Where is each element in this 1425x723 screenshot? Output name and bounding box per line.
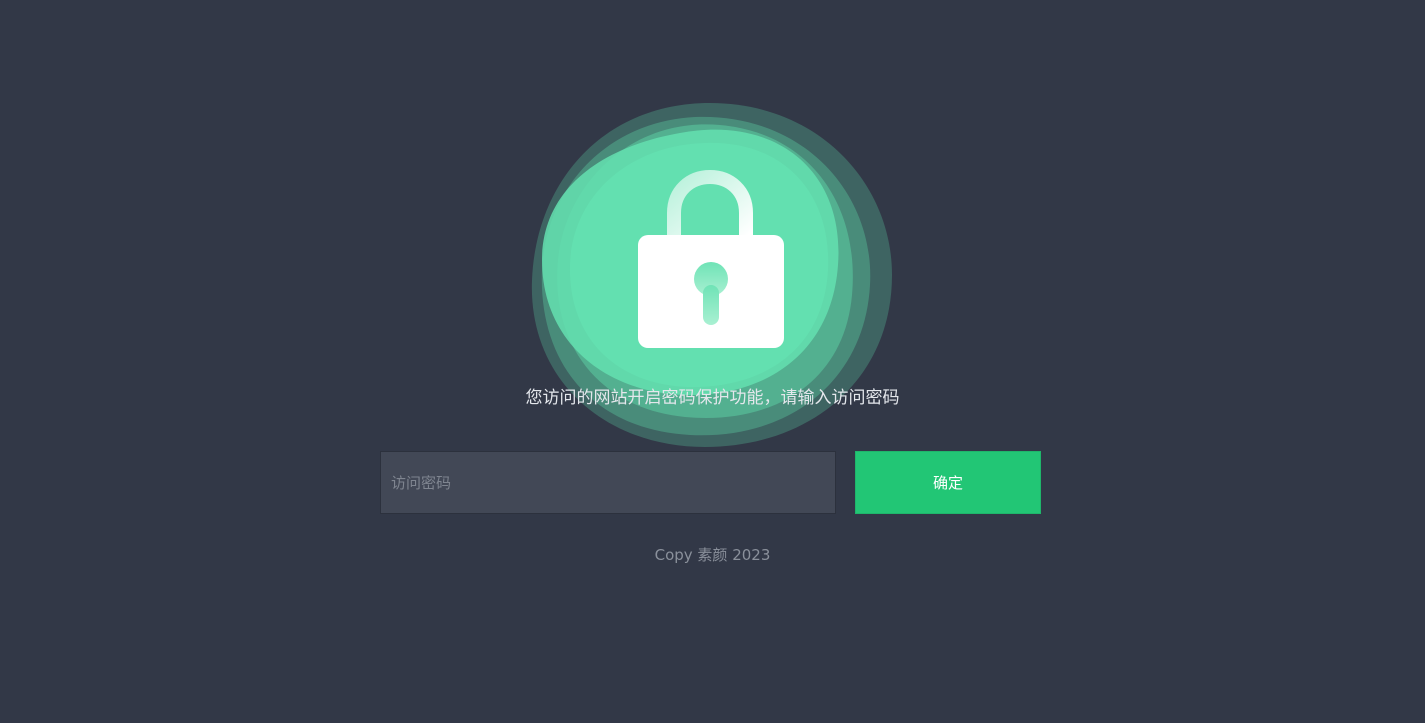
password-form: 确定 (380, 451, 1042, 515)
protection-message: 您访问的网站开启密码保护功能，请输入访问密码 (525, 388, 900, 408)
copyright-text: Copy 素颜 2023 (654, 546, 771, 564)
password-input[interactable] (380, 451, 836, 514)
confirm-button[interactable]: 确定 (855, 451, 1041, 514)
password-protect-page: 您访问的网站开启密码保护功能，请输入访问密码 确定 Copy 素颜 2023 (0, 0, 1425, 723)
